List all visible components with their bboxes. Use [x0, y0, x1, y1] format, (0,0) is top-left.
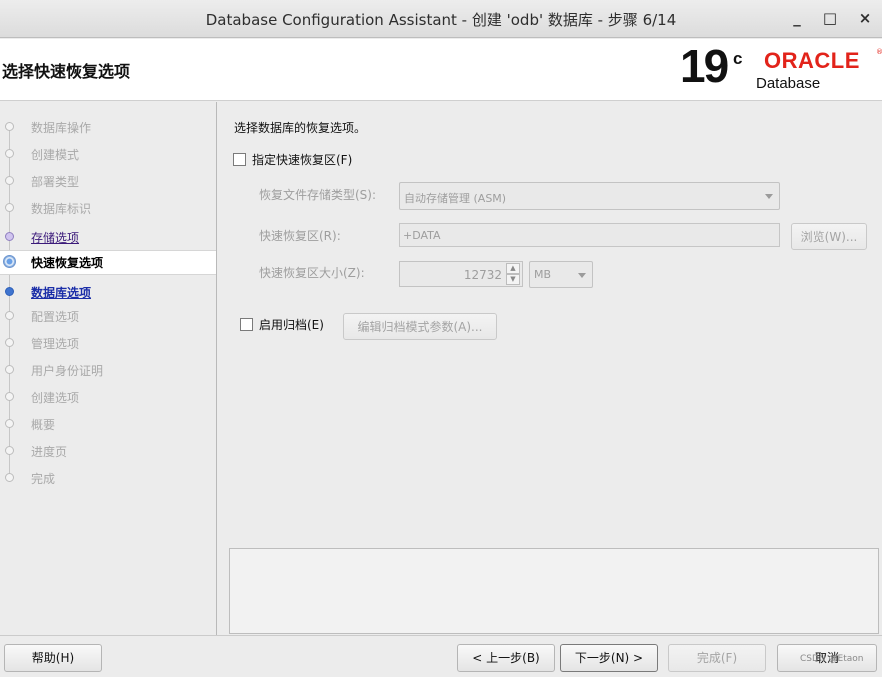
- step-marker-icon: [5, 473, 14, 482]
- window-title: Database Configuration Assistant - 创建 'o…: [205, 11, 677, 29]
- storage-type-label: 恢复文件存储类型(S):: [259, 188, 377, 202]
- step-marker-icon: [5, 311, 14, 320]
- page-header: 选择快速恢复选项 19 c ORACLE ® Database: [0, 39, 882, 101]
- step-fast-recovery-option[interactable]: 快速恢复选项: [0, 250, 216, 275]
- fra-size-unit-value: MB: [534, 268, 552, 281]
- next-button[interactable]: 下一步(N) >: [560, 644, 658, 672]
- step-creation-mode: 创建模式: [0, 143, 216, 165]
- oracle-logo: 19 c ORACLE ® Database: [680, 40, 882, 97]
- step-marker-icon: [5, 176, 14, 185]
- message-area: [229, 548, 879, 634]
- specify-fra-checkbox[interactable]: [233, 153, 246, 166]
- step-label: 数据库选项: [31, 286, 92, 300]
- step-marker-icon: [5, 419, 14, 428]
- back-button[interactable]: < 上一步(B): [457, 644, 555, 672]
- fra-location-input[interactable]: +DATA: [399, 223, 780, 247]
- step-marker-icon: [5, 338, 14, 347]
- step-label: 创建模式: [31, 148, 80, 162]
- logo-version: 19: [680, 40, 729, 92]
- step-label: 创建选项: [31, 391, 80, 405]
- step-label: 数据库操作: [31, 121, 92, 135]
- browse-button[interactable]: 浏览(W)...: [791, 223, 867, 250]
- decrement-icon[interactable]: ▼: [506, 274, 520, 285]
- step-marker-icon: [5, 365, 14, 374]
- step-label: 管理选项: [31, 337, 80, 351]
- step-deployment-type: 部署类型: [0, 170, 216, 192]
- step-marker-icon: [5, 203, 14, 212]
- storage-type-select[interactable]: 自动存储管理 (ASM): [399, 182, 780, 210]
- enable-archive-checkbox[interactable]: [240, 318, 253, 331]
- step-label: 存储选项: [31, 231, 80, 245]
- step-finish: 完成: [0, 467, 216, 489]
- step-marker-icon: [5, 122, 14, 131]
- fra-size-stepper[interactable]: 12732 ▲ ▼: [399, 261, 523, 287]
- step-label: 快速恢复选项: [31, 256, 104, 270]
- step-marker-icon: [5, 287, 14, 296]
- specify-fra-label[interactable]: 指定快速恢复区(F): [252, 151, 352, 168]
- step-database-options[interactable]: 数据库选项: [0, 281, 216, 303]
- step-label: 部署类型: [31, 175, 80, 189]
- fra-location-value: +DATA: [403, 229, 441, 242]
- logo-brand: ORACLE: [764, 48, 860, 73]
- maximize-button[interactable]: □: [818, 7, 842, 31]
- window-titlebar: Database Configuration Assistant - 创建 'o…: [0, 0, 882, 38]
- step-user-credentials: 用户身份证明: [0, 359, 216, 381]
- step-label: 进度页: [31, 445, 68, 459]
- step-marker-icon: [5, 232, 14, 241]
- step-label: 配置选项: [31, 310, 80, 324]
- step-label: 用户身份证明: [31, 364, 104, 378]
- logo-product: Database: [756, 75, 821, 92]
- help-button[interactable]: 帮助(H): [4, 644, 102, 672]
- step-configuration-options: 配置选项: [0, 305, 216, 327]
- step-management-options: 管理选项: [0, 332, 216, 354]
- storage-type-value: 自动存储管理 (ASM): [404, 192, 507, 205]
- step-storage-option[interactable]: 存储选项: [0, 226, 216, 248]
- step-marker-icon: [5, 149, 14, 158]
- main-panel: 选择数据库的恢复选项。 指定快速恢复区(F) 恢复文件存储类型(S): 自动存储…: [218, 102, 882, 635]
- watermark: CSDN @Etaon: [800, 654, 864, 664]
- step-database-identification: 数据库标识: [0, 197, 216, 219]
- finish-button[interactable]: 完成(F): [668, 644, 766, 672]
- edit-archive-params-button[interactable]: 编辑归档模式参数(A)...: [343, 313, 497, 340]
- chevron-down-icon: [578, 273, 586, 278]
- step-database-operation: 数据库操作: [0, 116, 216, 138]
- fra-size-label: 快速恢复区大小(Z):: [259, 266, 365, 280]
- step-marker-icon: [5, 392, 14, 401]
- fra-size-value: 12732: [463, 268, 502, 282]
- step-label: 概要: [31, 418, 56, 432]
- step-marker-icon: [5, 446, 14, 455]
- step-summary: 概要: [0, 413, 216, 435]
- page-title: 选择快速恢复选项: [2, 62, 131, 81]
- current-step-icon: [3, 255, 16, 268]
- chevron-down-icon: [765, 194, 773, 199]
- step-label: 完成: [31, 472, 56, 486]
- fra-location-label: 快速恢复区(R):: [259, 229, 341, 243]
- registered-mark: ®: [876, 48, 882, 56]
- step-progress-page: 进度页: [0, 440, 216, 462]
- recovery-prompt: 选择数据库的恢复选项。: [234, 121, 367, 135]
- fra-size-unit-select[interactable]: MB: [529, 261, 593, 288]
- close-button[interactable]: ×: [853, 7, 877, 31]
- logo-version-sup: c: [733, 49, 743, 68]
- steps-panel: 数据库操作 创建模式 部署类型 数据库标识 存储选项 快速恢复选项 数据库选项 …: [0, 102, 217, 635]
- bottom-bar: 帮助(H) < 上一步(B) 下一步(N) > 完成(F) 取消: [0, 635, 882, 677]
- increment-icon[interactable]: ▲: [506, 263, 520, 274]
- minimize-button[interactable]: _: [785, 7, 809, 31]
- step-creation-option: 创建选项: [0, 386, 216, 408]
- enable-archive-label[interactable]: 启用归档(E): [259, 316, 324, 333]
- step-label: 数据库标识: [31, 202, 92, 216]
